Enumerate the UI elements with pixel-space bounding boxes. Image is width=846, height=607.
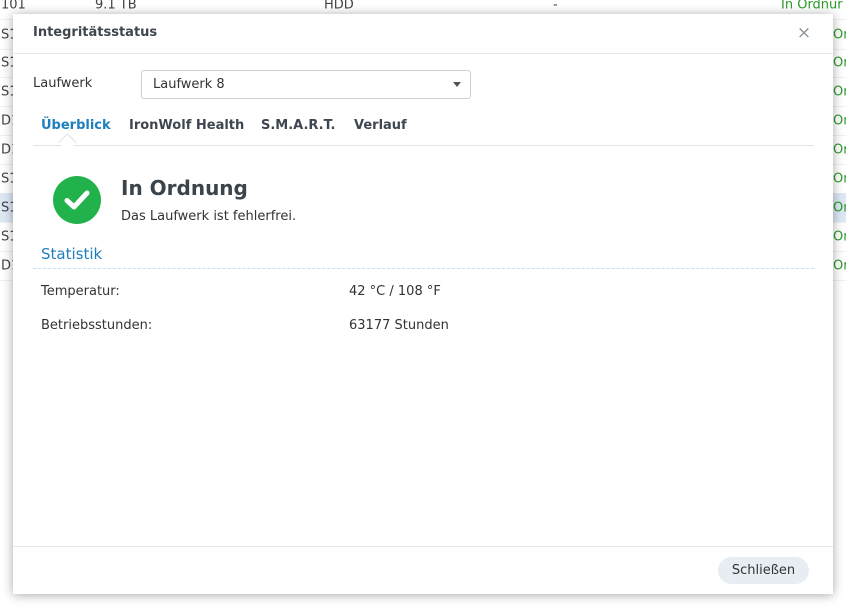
dialog-footer: Schließen (13, 546, 833, 595)
disk-id-cell: 101 (1, 0, 26, 12)
close-button[interactable]: Schließen (718, 557, 809, 584)
tab-bar: Überblick IronWolf Health S.M.A.R.T. Ver… (33, 112, 814, 152)
drive-label: Laufwerk (33, 76, 93, 91)
disk-status-cell: Ordnur (833, 84, 846, 99)
disk-type-cell: HDD (324, 0, 354, 12)
dialog-header: Integritätsstatus × (13, 14, 833, 54)
disk-status-cell: Ordnur (833, 113, 846, 128)
operating-hours-value: 63177 Stunden (349, 318, 449, 333)
active-tab-indicator (58, 133, 77, 152)
disk-status-cell: Ordnur (833, 258, 846, 273)
disk-info-cell: - (553, 0, 558, 12)
health-status-dialog: Integritätsstatus × Laufwerk Laufwerk 8 … (13, 14, 833, 594)
disk-status-cell: Ordnur (833, 142, 846, 157)
drive-select-value: Laufwerk 8 (153, 77, 225, 92)
dialog-title: Integritätsstatus (33, 25, 158, 40)
close-icon[interactable]: × (795, 24, 813, 42)
tab-smart[interactable]: S.M.A.R.T. (261, 118, 335, 133)
tab-ironwolf-health[interactable]: IronWolf Health (129, 118, 244, 133)
status-title: In Ordnung (121, 176, 248, 200)
disk-size-cell: 9.1 TB (95, 0, 137, 12)
disk-status-cell: Ordnur (833, 27, 846, 42)
drive-select[interactable]: Laufwerk 8 (141, 70, 471, 99)
temperature-label: Temperatur: (41, 284, 120, 299)
check-circle-icon (53, 176, 101, 224)
divider (33, 268, 814, 269)
chevron-down-icon (453, 82, 461, 87)
temperature-value: 42 °C / 108 °F (349, 284, 441, 299)
disk-status-cell: Ordnur (833, 55, 846, 70)
disk-status-cell: Ordnur (833, 200, 846, 215)
tab-overview[interactable]: Überblick (41, 118, 111, 133)
operating-hours-label: Betriebsstunden: (41, 318, 153, 333)
disk-status-cell: In Ordnur (781, 0, 843, 12)
disk-status-cell: Ordnur (833, 229, 846, 244)
statistics-heading: Statistik (41, 245, 103, 263)
disk-status-cell: Ordnur (833, 171, 846, 186)
tab-history[interactable]: Verlauf (354, 118, 407, 133)
status-description: Das Laufwerk ist fehlerfrei. (121, 209, 297, 224)
